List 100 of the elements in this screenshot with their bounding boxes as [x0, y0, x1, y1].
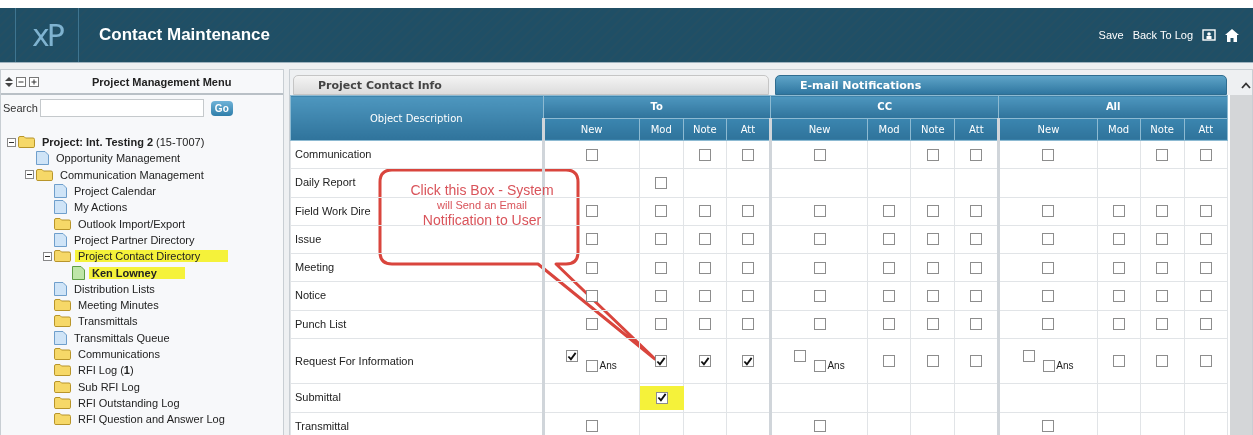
checkbox[interactable]: [1042, 318, 1055, 331]
checkbox[interactable]: [1156, 261, 1169, 274]
tree-item[interactable]: Project Partner Directory: [71, 233, 198, 246]
tree-item[interactable]: Outlook Import/Export: [75, 217, 188, 230]
checkbox[interactable]: [585, 148, 598, 161]
checkbox[interactable]: [813, 233, 826, 246]
checkbox[interactable]: [1042, 289, 1055, 302]
checkbox[interactable]: [741, 355, 754, 368]
checkbox[interactable]: [1043, 360, 1056, 373]
tree-item[interactable]: Transmittals: [75, 315, 141, 328]
checkbox[interactable]: [813, 420, 826, 433]
tab[interactable]: Project Contact Info: [293, 75, 769, 95]
checkbox[interactable]: [585, 420, 598, 433]
checkbox[interactable]: [813, 318, 826, 331]
checkbox[interactable]: [741, 289, 754, 302]
checkbox[interactable]: [883, 205, 896, 218]
tree-item[interactable]: RFI Outstanding Log: [75, 396, 183, 409]
checkbox[interactable]: [585, 233, 598, 246]
tree-item[interactable]: Communications: [75, 348, 163, 360]
checkbox[interactable]: [970, 318, 983, 331]
checkbox[interactable]: [655, 205, 668, 218]
checkbox[interactable]: [585, 205, 598, 218]
tree-item[interactable]: Meeting Minutes: [75, 299, 162, 312]
checkbox[interactable]: [813, 261, 826, 274]
checkbox[interactable]: [655, 233, 668, 246]
checkbox[interactable]: [1199, 289, 1212, 302]
checkbox[interactable]: [1042, 261, 1055, 274]
checkbox[interactable]: [883, 355, 896, 368]
checkbox[interactable]: [813, 289, 826, 302]
tree-item[interactable]: Project Calendar: [71, 185, 159, 198]
tree-item[interactable]: Opportunity Management: [53, 152, 184, 165]
checkbox[interactable]: [883, 289, 896, 302]
checkbox[interactable]: [970, 148, 983, 161]
checkbox[interactable]: [1199, 233, 1212, 246]
checkbox[interactable]: [813, 205, 826, 218]
tab[interactable]: E-mail Notifications: [775, 75, 1227, 95]
sort-icon[interactable]: [5, 76, 13, 87]
checkbox[interactable]: [926, 318, 939, 331]
checkbox[interactable]: [566, 350, 579, 363]
checkbox[interactable]: [883, 261, 896, 274]
checkbox[interactable]: [1156, 148, 1169, 161]
checkbox[interactable]: [698, 318, 711, 331]
checkbox[interactable]: [883, 318, 896, 331]
checkbox[interactable]: [655, 355, 668, 368]
checkbox[interactable]: [741, 318, 754, 331]
checkbox[interactable]: [1199, 318, 1212, 331]
checkbox[interactable]: [926, 355, 939, 368]
checkbox[interactable]: [655, 318, 668, 331]
contact-card-icon[interactable]: [1202, 29, 1216, 41]
checkbox[interactable]: [585, 318, 598, 331]
tree-item[interactable]: RFI Question and Answer Log: [75, 413, 228, 426]
checkbox[interactable]: [698, 205, 711, 218]
checkbox[interactable]: [1112, 261, 1125, 274]
checkbox[interactable]: [698, 261, 711, 274]
checkbox[interactable]: [741, 233, 754, 246]
checkbox[interactable]: [1042, 420, 1055, 433]
collapse-all-icon[interactable]: [16, 76, 26, 87]
checkbox[interactable]: [655, 391, 668, 404]
checkbox[interactable]: [1199, 205, 1212, 218]
checkbox[interactable]: [1112, 205, 1125, 218]
checkbox[interactable]: [698, 289, 711, 302]
checkbox[interactable]: [970, 205, 983, 218]
checkbox[interactable]: [1199, 261, 1212, 274]
checkbox[interactable]: [813, 148, 826, 161]
checkbox[interactable]: [1156, 289, 1169, 302]
checkbox[interactable]: [698, 233, 711, 246]
tree-item[interactable]: Distribution Lists: [71, 282, 158, 295]
checkbox[interactable]: [586, 360, 599, 373]
collapse-icon[interactable]: [25, 170, 34, 180]
checkbox[interactable]: [1112, 233, 1125, 246]
checkbox[interactable]: [741, 205, 754, 218]
header-link[interactable]: Save: [1098, 29, 1124, 41]
scrollbar[interactable]: [1230, 95, 1252, 435]
checkbox[interactable]: [655, 289, 668, 302]
checkbox[interactable]: [970, 289, 983, 302]
checkbox[interactable]: [1156, 233, 1169, 246]
tree-item[interactable]: Sub RFI Log: [75, 380, 143, 393]
checkbox[interactable]: [970, 233, 983, 246]
checkbox[interactable]: [741, 148, 754, 161]
checkbox[interactable]: [1156, 205, 1169, 218]
checkbox[interactable]: [698, 148, 711, 161]
checkbox[interactable]: [1112, 289, 1125, 302]
tree-item[interactable]: My Actions: [71, 201, 131, 214]
checkbox[interactable]: [926, 205, 939, 218]
checkbox[interactable]: [970, 355, 983, 368]
tree-item[interactable]: RFI Log (1): [75, 364, 137, 377]
tree-item[interactable]: Project Contact Directory: [75, 250, 229, 263]
checkbox[interactable]: [1042, 205, 1055, 218]
checkbox[interactable]: [883, 233, 896, 246]
collapse-icon[interactable]: [43, 251, 52, 261]
checkbox[interactable]: [1199, 355, 1212, 368]
header-link[interactable]: Back To Log: [1132, 29, 1193, 41]
checkbox[interactable]: [698, 355, 711, 368]
checkbox[interactable]: [926, 261, 939, 274]
checkbox[interactable]: [1042, 233, 1055, 246]
checkbox[interactable]: [741, 261, 754, 274]
checkbox[interactable]: [926, 148, 939, 161]
checkbox[interactable]: [970, 261, 983, 274]
checkbox[interactable]: [926, 289, 939, 302]
tree-item[interactable]: Project: Int. Testing 2 (15-T007): [39, 136, 208, 149]
